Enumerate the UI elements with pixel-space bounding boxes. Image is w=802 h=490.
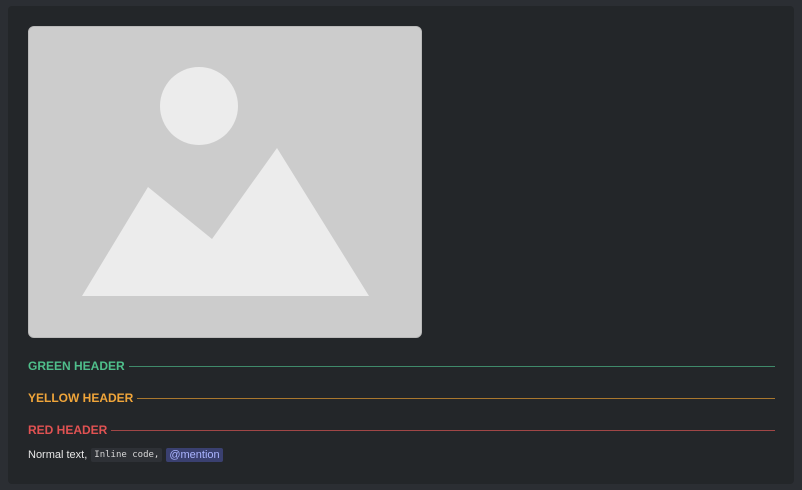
message-text-line: Normal text, Inline code, @mention	[28, 446, 223, 464]
green-header-label: GREEN HEADER	[28, 359, 125, 373]
image-placeholder[interactable]	[28, 26, 422, 338]
yellow-header-label: YELLOW HEADER	[28, 391, 134, 405]
user-mention[interactable]: @mention	[166, 448, 223, 462]
inline-code: Inline code,	[91, 448, 163, 462]
green-header-row: GREEN HEADER	[28, 358, 775, 374]
red-header-row: RED HEADER	[28, 422, 775, 438]
yellow-header-row: YELLOW HEADER	[28, 390, 775, 406]
green-header-divider	[128, 365, 775, 367]
red-header-label: RED HEADER	[28, 423, 108, 437]
image-placeholder-icon	[29, 27, 421, 337]
red-header-divider	[111, 429, 775, 431]
normal-text: Normal text,	[28, 449, 88, 461]
message-card: GREEN HEADER YELLOW HEADER RED HEADER No…	[8, 6, 794, 484]
yellow-header-divider	[137, 397, 775, 399]
